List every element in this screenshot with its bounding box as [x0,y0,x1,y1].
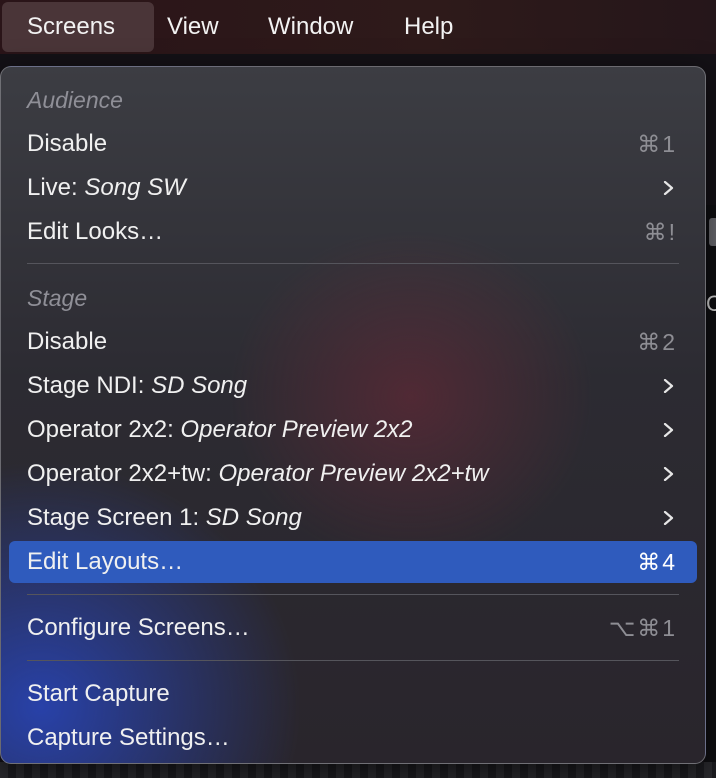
menu-item-label: Edit Looks… [27,218,164,245]
menu-item-prefix: Stage NDI: [27,372,152,399]
menu-separator [27,660,679,661]
menu-item-label: Operator 2x2: Operator Preview 2x2 [27,409,413,451]
menu-item-label: Live: Song SW [27,167,186,209]
menu-item-value: Song SW [84,174,186,201]
app-panel-toggle[interactable] [709,218,716,246]
menu-item-stage-disable[interactable]: Disable ⌘2 [9,321,697,363]
menu-item-label: Edit Layouts… [27,548,184,575]
menu-separator [27,594,679,595]
shortcut-label: ⌘! [643,219,677,245]
menu-item-prefix: Operator 2x2+tw: [27,460,219,487]
chevron-right-icon [663,467,674,481]
menu-item-operator-2x2[interactable]: Operator 2x2: Operator Preview 2x2 [9,409,697,451]
menu-item-label: Disable [27,130,108,157]
menu-item-audience-disable[interactable]: Disable ⌘1 [9,123,697,165]
menu-item-value: Operator Preview 2x2+tw [218,460,489,487]
shortcut-label: ⌘1 [637,131,677,157]
chevron-right-icon [663,511,674,525]
chevron-right-icon [663,181,674,195]
chevron-right-icon [663,379,674,393]
chevron-right-icon [663,423,674,437]
section-header-stage: Stage [9,277,697,319]
menu-item-prefix: Operator 2x2: [27,416,181,443]
menu-item-label: Operator 2x2+tw: Operator Preview 2x2+tw [27,453,489,495]
menu-separator [27,263,679,264]
menu-bar: Screens View Window Help [0,0,716,54]
shortcut-label: ⌥⌘1 [608,615,677,641]
menu-item-audience-live[interactable]: Live: Song SW [9,167,697,209]
menu-item-label: Stage NDI: SD Song [27,365,247,407]
menubar-window[interactable]: Window [256,2,365,52]
menu-item-label: Capture Settings… [27,724,230,751]
menu-item-capture-settings[interactable]: Capture Settings… [9,717,697,759]
menubar-view[interactable]: View [155,2,231,52]
shortcut-label: ⌘2 [637,329,677,355]
section-header-label: Audience [27,87,123,113]
menu-item-stage-screen-1[interactable]: Stage Screen 1: SD Song [9,497,697,539]
menu-item-start-capture[interactable]: Start Capture [9,673,697,715]
menu-item-label: Disable [27,328,108,355]
menu-item-edit-looks[interactable]: Edit Looks… ⌘! [9,211,697,253]
menu-item-prefix: Stage Screen 1: [27,504,206,531]
screen: C Screens View Window Help Audience Disa… [0,0,716,778]
menu-item-label: Start Capture [27,680,170,707]
screens-dropdown-menu: Audience Disable ⌘1 Live: Song SW Edit L… [0,66,706,764]
menu-item-prefix: Live: [27,174,85,201]
menu-item-label: Stage Screen 1: SD Song [27,497,302,539]
section-header-audience: Audience [9,79,697,121]
app-checkerboard-strip [0,762,716,778]
menu-item-value: SD Song [151,372,248,399]
section-header-label: Stage [27,285,88,311]
menu-item-value: Operator Preview 2x2 [180,416,413,443]
menubar-help[interactable]: Help [392,2,465,52]
menubar-screens[interactable]: Screens [2,2,154,52]
menu-item-operator-2x2-tw[interactable]: Operator 2x2+tw: Operator Preview 2x2+tw [9,453,697,495]
menu-item-label: Configure Screens… [27,614,250,641]
shortcut-label: ⌘4 [637,549,677,575]
menu-item-edit-layouts[interactable]: Edit Layouts… ⌘4 [9,541,697,583]
menu-item-stage-ndi[interactable]: Stage NDI: SD Song [9,365,697,407]
app-panel-text: C [706,291,716,316]
menu-item-configure-screens[interactable]: Configure Screens… ⌥⌘1 [9,607,697,649]
menu-item-value: SD Song [205,504,302,531]
